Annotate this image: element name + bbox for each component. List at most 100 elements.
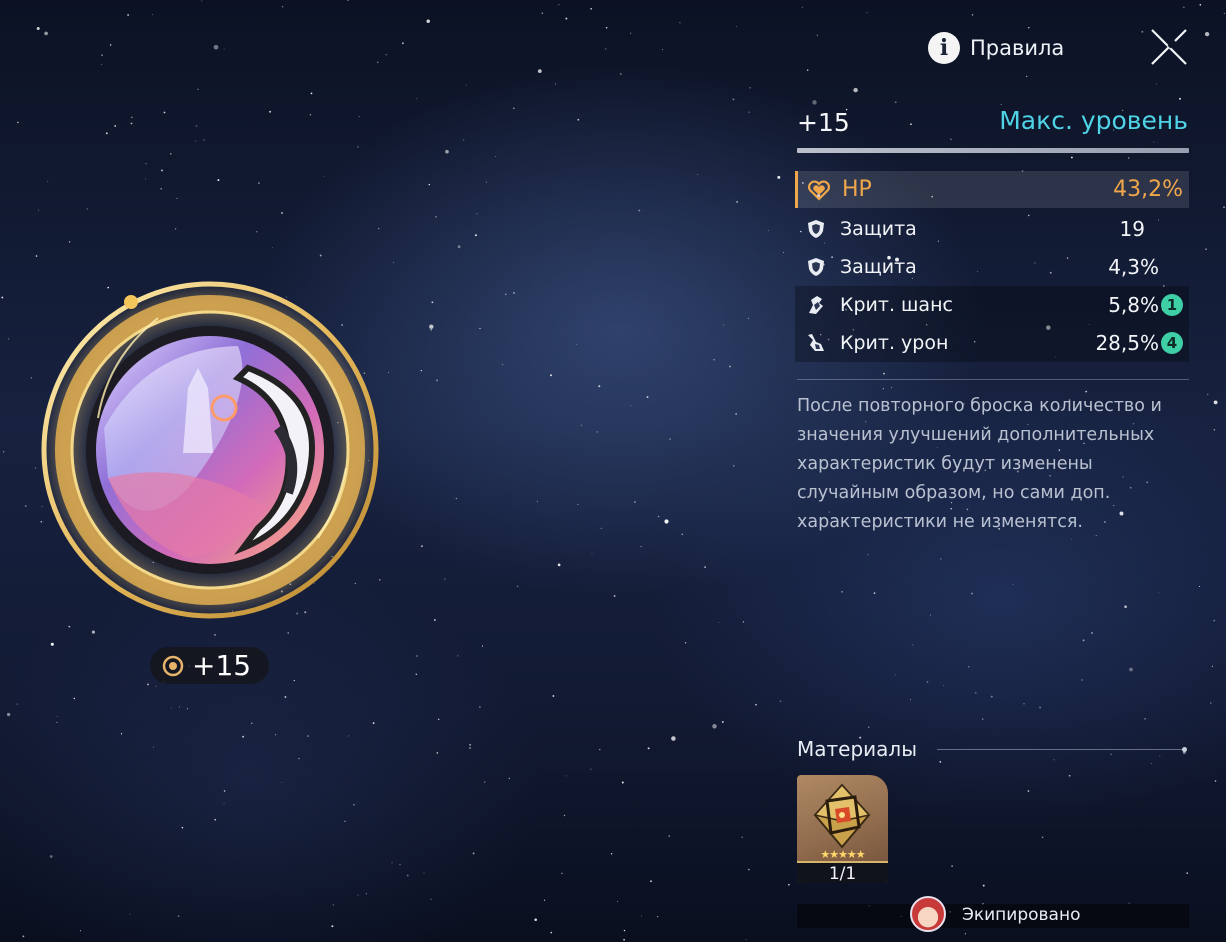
star — [1159, 755, 1161, 757]
close-icon[interactable] — [1149, 27, 1189, 67]
star — [565, 17, 568, 20]
star — [634, 501, 636, 503]
star — [195, 140, 197, 142]
rules-label: Правила — [970, 36, 1065, 60]
star — [195, 125, 198, 127]
star — [44, 31, 48, 36]
main-stat-value: 43,2% — [1113, 177, 1183, 202]
star — [650, 880, 652, 883]
star — [806, 69, 809, 71]
star — [558, 4, 560, 6]
star — [127, 14, 129, 16]
star — [213, 44, 219, 50]
star — [147, 683, 149, 686]
star — [1199, 585, 1201, 588]
star — [406, 874, 409, 877]
star — [990, 695, 993, 698]
rules-button[interactable]: i Правила — [928, 31, 1064, 65]
star — [657, 916, 659, 918]
star — [258, 182, 260, 184]
star — [910, 123, 912, 126]
star — [377, 61, 379, 63]
star — [293, 679, 295, 682]
star — [630, 32, 632, 34]
star — [24, 505, 27, 507]
star — [749, 87, 751, 89]
star — [251, 722, 253, 724]
star — [668, 835, 670, 837]
main-stat-name: HP — [842, 177, 872, 202]
star — [779, 700, 782, 703]
star — [457, 245, 461, 249]
star — [783, 251, 785, 253]
star — [620, 73, 622, 75]
star — [755, 704, 757, 706]
star — [982, 884, 985, 887]
star — [309, 113, 312, 116]
material-slot[interactable]: ★★★★★ 1/1 — [797, 775, 888, 883]
star — [357, 894, 359, 896]
star — [577, 118, 580, 121]
star — [883, 372, 885, 375]
star — [1204, 31, 1210, 37]
star — [732, 98, 735, 101]
star — [109, 44, 112, 46]
stats-panel: HP 43,2% Защита 19 Защита 4,3% Крит. шан… — [795, 171, 1189, 362]
star — [287, 632, 289, 634]
star — [748, 868, 750, 871]
star — [1041, 836, 1044, 839]
sub-stat-row: Крит. шанс 5,8% 1 — [795, 286, 1189, 324]
star — [964, 933, 967, 935]
star — [484, 781, 486, 783]
star — [610, 853, 613, 855]
star — [669, 438, 671, 440]
star — [684, 642, 687, 644]
star — [203, 139, 205, 141]
star — [742, 621, 745, 623]
star — [49, 855, 53, 858]
sub-stat-name: Крит. шанс — [840, 294, 953, 316]
shield-icon — [803, 216, 829, 242]
star — [365, 893, 367, 895]
star — [537, 69, 542, 73]
star — [1155, 83, 1157, 85]
star — [385, 54, 387, 56]
star — [177, 915, 180, 917]
star — [181, 826, 184, 829]
sub-stat-value: 19 — [1119, 217, 1145, 241]
star — [1053, 759, 1055, 761]
star — [155, 685, 157, 687]
star — [431, 301, 434, 304]
star — [256, 231, 258, 233]
star — [1039, 706, 1042, 709]
star — [1207, 393, 1209, 395]
star — [1150, 762, 1152, 764]
star — [1124, 605, 1127, 609]
star — [438, 718, 440, 720]
star — [469, 747, 471, 749]
star — [1179, 97, 1181, 100]
star — [38, 209, 39, 211]
star — [494, 155, 497, 158]
star — [435, 216, 437, 218]
star — [1199, 4, 1202, 6]
star — [590, 768, 592, 770]
star — [30, 377, 32, 379]
star — [605, 26, 608, 29]
star — [873, 592, 876, 594]
star — [434, 619, 436, 621]
star — [170, 707, 172, 709]
star — [664, 519, 669, 524]
star — [543, 899, 546, 901]
star — [476, 213, 478, 215]
star — [152, 13, 153, 15]
character-avatar[interactable] — [910, 896, 946, 932]
star — [777, 175, 781, 179]
star — [981, 718, 984, 720]
star — [1209, 702, 1212, 704]
relic-item-image[interactable] — [38, 278, 382, 622]
star — [502, 363, 504, 365]
star — [867, 554, 869, 556]
star — [712, 724, 717, 729]
star — [463, 139, 465, 141]
